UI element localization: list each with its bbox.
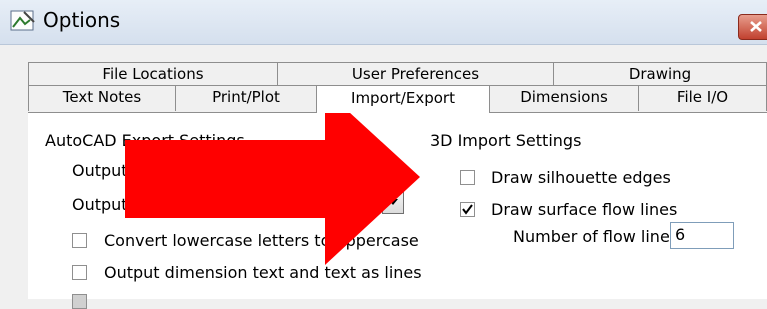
dimension-text-lines-checkbox[interactable] (72, 265, 87, 280)
output-field2-label: Output (72, 195, 128, 214)
dimension-text-lines-label: Output dimension text and text as lines (104, 263, 422, 282)
silhouette-edges-checkbox[interactable] (460, 170, 475, 185)
tab-file-io[interactable]: File I/O (638, 85, 767, 111)
3d-import-heading: 3D Import Settings (430, 131, 582, 150)
surface-flow-lines-checkbox[interactable] (460, 202, 475, 217)
close-button[interactable] (738, 14, 767, 40)
surface-flow-lines-label: Draw surface flow lines (491, 200, 678, 219)
tab-file-locations[interactable]: File Locations (28, 62, 278, 86)
output-field1-label: Output (72, 161, 128, 180)
tab-drawing[interactable]: Drawing (553, 62, 767, 86)
tab-import-export[interactable]: Import/Export (316, 85, 490, 113)
convert-uppercase-checkbox[interactable] (72, 233, 87, 248)
window-title: Options (43, 8, 121, 32)
flow-lines-count-label: Number of flow lines: (513, 227, 684, 246)
silhouette-edges-label: Draw silhouette edges (491, 168, 671, 187)
title-bar: Options (0, 0, 767, 45)
tab-dimensions[interactable]: Dimensions (489, 85, 639, 111)
flow-lines-count-input[interactable]: 6 (670, 222, 734, 249)
red-arrow-icon (125, 90, 420, 265)
close-icon (750, 21, 762, 32)
tab-user-preferences[interactable]: User Preferences (277, 62, 554, 86)
options-app-icon (10, 10, 35, 31)
checkmark-icon (462, 204, 473, 215)
partial-checkbox[interactable] (72, 294, 87, 309)
